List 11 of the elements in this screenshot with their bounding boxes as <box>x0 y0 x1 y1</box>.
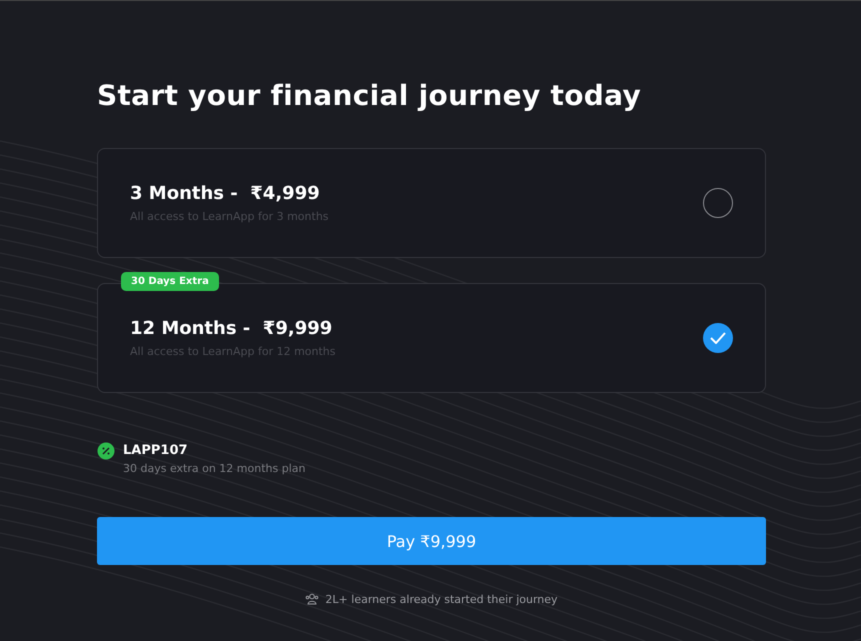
page-title: Start your financial journey today <box>97 79 642 112</box>
coupon-description: 30 days extra on 12 months plan <box>123 462 306 475</box>
footer-text: 2L+ learners already started their journey <box>325 592 558 606</box>
users-icon <box>305 592 320 606</box>
coupon-code: LAPP107 <box>123 443 189 458</box>
checked-radio[interactable] <box>703 323 733 353</box>
check-icon <box>710 332 726 344</box>
plan-name: 3 Months - ₹4,999 <box>130 183 321 204</box>
plan-name: 12 Months - ₹9,999 <box>130 318 334 339</box>
radio-button[interactable] <box>703 188 733 218</box>
plan-badge: 30 Days Extra <box>121 272 219 291</box>
